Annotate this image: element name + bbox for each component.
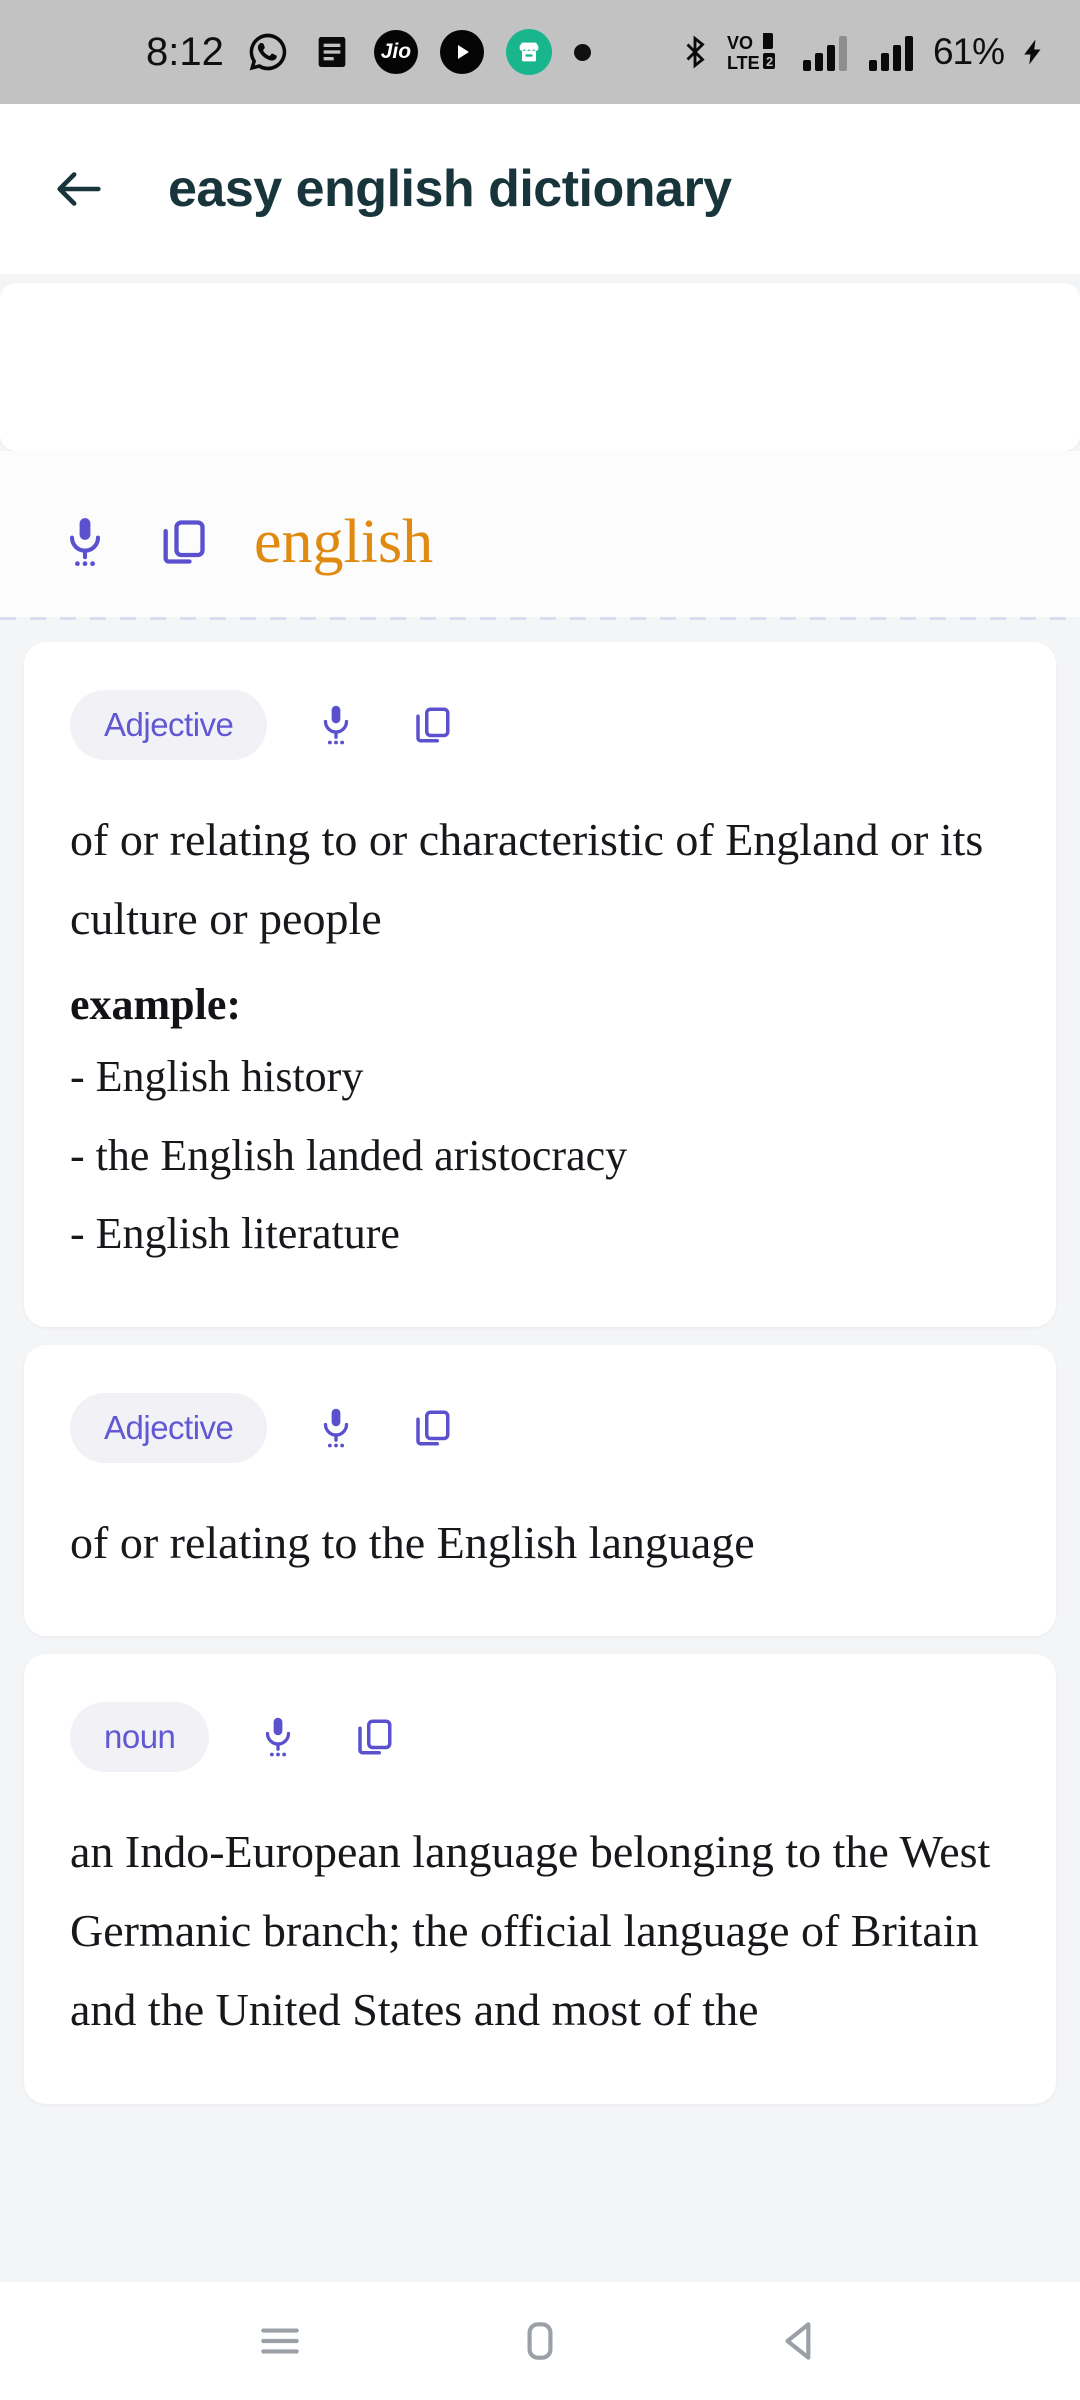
jio-icon: Jio [373, 30, 418, 74]
svg-text:2: 2 [766, 54, 773, 69]
definition-card-header: noun [70, 1702, 1010, 1773]
copy-icon[interactable] [405, 698, 459, 752]
definition-card-header: Adjective [70, 690, 1010, 760]
battery-percent-label: 61% [932, 31, 1005, 72]
definition-text: of or relating to the English language [70, 1517, 755, 1569]
ad-placeholder-card [0, 283, 1080, 451]
status-bar: 8:12 Jio VO LTE 2 61% [0, 0, 1080, 104]
phone-screen: 8:12 Jio VO LTE 2 61% easy english dicti… [0, 0, 1080, 2400]
definition-text: of or relating to or characteristic of E… [70, 814, 984, 945]
definition-card: Adjective of or relating to the English … [24, 1345, 1056, 1637]
definition-text: an Indo-European language belonging to t… [70, 1826, 991, 2036]
recents-menu-icon[interactable] [240, 2301, 320, 2381]
back-triangle-icon[interactable] [760, 2301, 840, 2381]
definition-card: Adjective of or relating to or character… [24, 642, 1056, 1328]
notes-icon [312, 32, 352, 72]
status-bar-clock: 8:12 [146, 29, 224, 74]
signal-bars-2-icon [867, 32, 919, 72]
microphone-icon[interactable] [309, 1401, 363, 1455]
whatsapp-icon [246, 30, 290, 74]
store-icon [505, 29, 552, 75]
home-icon[interactable] [500, 2301, 580, 2381]
charging-bolt-icon [1018, 30, 1048, 74]
svg-text:LTE: LTE [727, 53, 760, 73]
microphone-icon[interactable] [58, 515, 112, 569]
example-item: - English literature [70, 1208, 400, 1258]
content-scroll-area[interactable]: english Adjective of or relating to or c… [0, 274, 1080, 2400]
part-of-speech-badge: Adjective [70, 690, 268, 760]
part-of-speech-badge: noun [70, 1702, 210, 1773]
volte-icon: VO LTE 2 [727, 31, 787, 73]
example-item: - the English landed aristocracy [70, 1130, 628, 1180]
app-bar: easy english dictionary [0, 104, 1080, 274]
headword: english [254, 508, 434, 576]
back-button[interactable] [48, 158, 110, 220]
microphone-icon[interactable] [309, 698, 363, 752]
example-item: - English history [70, 1052, 364, 1102]
bluetooth-icon [677, 34, 713, 70]
divider-gap [0, 620, 1080, 642]
part-of-speech-badge: Adjective [70, 1393, 268, 1464]
example-label: example: [70, 980, 242, 1030]
status-bar-right: VO LTE 2 61% [677, 30, 1048, 74]
copy-icon[interactable] [405, 1401, 459, 1455]
dot-icon [573, 43, 591, 61]
page-title: easy english dictionary [168, 160, 732, 218]
system-navigation-bar [0, 2282, 1080, 2400]
copy-icon[interactable] [347, 1710, 401, 1764]
status-bar-left: 8:12 Jio [146, 29, 591, 75]
svg-text:VO: VO [727, 33, 753, 53]
microphone-icon[interactable] [251, 1710, 305, 1764]
definition-card-header: Adjective [70, 1393, 1010, 1464]
word-header: english [0, 451, 1080, 617]
copy-icon[interactable] [156, 515, 210, 569]
play-icon [439, 30, 484, 74]
definition-card: noun an Indo-European language belonging… [24, 1654, 1056, 2104]
signal-bars-1-icon [801, 32, 853, 72]
